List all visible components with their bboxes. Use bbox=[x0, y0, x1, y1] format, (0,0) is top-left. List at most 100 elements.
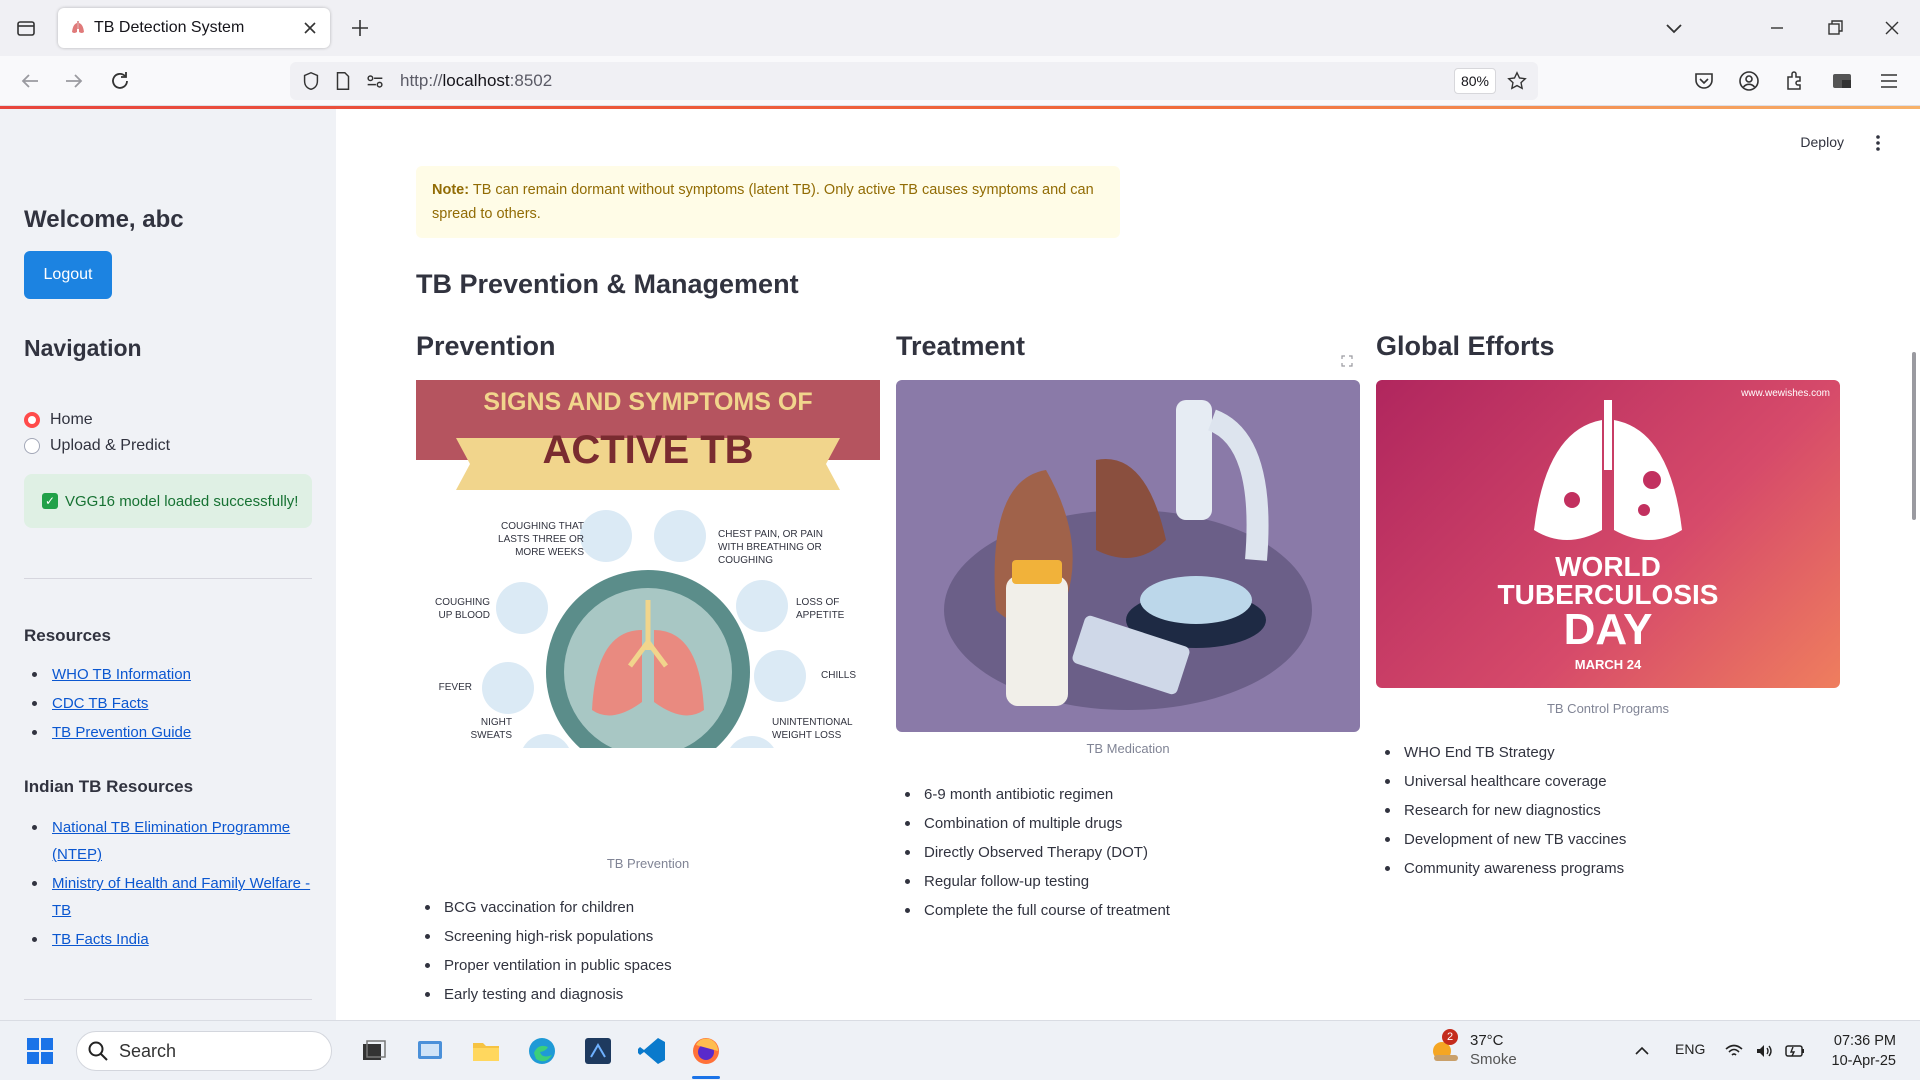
scrollbar-thumb[interactable] bbox=[1912, 352, 1916, 520]
lungs-icon bbox=[72, 21, 84, 33]
clock-date: 10-Apr-25 bbox=[1831, 1053, 1896, 1069]
vscode-icon[interactable] bbox=[636, 1035, 668, 1067]
symptom-label: COUGHING THAT LASTS THREE OR MORE WEEKS bbox=[498, 521, 584, 558]
control-panel-icon[interactable] bbox=[414, 1035, 446, 1067]
list-item: WHO End TB Strategy bbox=[1376, 738, 1626, 767]
treatment-list: 6-9 month antibiotic regimen Combination… bbox=[896, 780, 1170, 925]
global-efforts-list: WHO End TB Strategy Universal healthcare… bbox=[1376, 738, 1626, 883]
weather-temp: 37°C bbox=[1470, 1032, 1504, 1049]
global-efforts-heading: Global Efforts bbox=[1376, 331, 1555, 361]
poster-line-1: WORLD bbox=[1555, 551, 1661, 582]
list-item: Research for new diagnostics bbox=[1376, 796, 1626, 825]
resources-list: WHO TB Information CDC TB Facts TB Preve… bbox=[24, 661, 314, 748]
menu-icon[interactable] bbox=[1877, 69, 1901, 93]
symptom-label: CHEST PAIN, OR PAIN WITH BREATHING OR CO… bbox=[718, 529, 824, 566]
task-view-icon[interactable] bbox=[358, 1035, 390, 1067]
radio-home[interactable]: Home bbox=[24, 411, 93, 429]
list-item: Community awareness programs bbox=[1376, 854, 1626, 883]
list-item: Early testing and diagnosis bbox=[416, 980, 672, 1009]
deploy-button[interactable]: Deploy bbox=[1800, 134, 1844, 150]
list-item: Complete the full course of treatment bbox=[896, 896, 1170, 925]
treatment-heading: Treatment bbox=[896, 331, 1026, 361]
shield-icon[interactable] bbox=[300, 70, 322, 92]
resource-link[interactable]: TB Facts India bbox=[52, 931, 149, 948]
battery-icon[interactable] bbox=[1784, 1041, 1806, 1061]
note-text: TB can remain dormant without symptoms (… bbox=[432, 182, 1094, 222]
radio-indicator[interactable] bbox=[24, 438, 40, 454]
welcome-heading: Welcome, abc bbox=[24, 206, 184, 233]
weather-condition: Smoke bbox=[1470, 1051, 1517, 1068]
success-alert: ✓ VGG16 model loaded successfully! bbox=[24, 474, 312, 528]
resource-link[interactable]: CDC TB Facts bbox=[52, 695, 148, 712]
file-explorer-icon[interactable] bbox=[470, 1035, 502, 1067]
symptom-label: UNINTENTIONAL WEIGHT LOSS bbox=[772, 717, 853, 741]
page-icon[interactable] bbox=[332, 70, 354, 92]
bookmark-star-icon[interactable] bbox=[1506, 70, 1528, 92]
ide-app-icon[interactable] bbox=[582, 1035, 614, 1067]
search-label: Search bbox=[119, 1040, 177, 1061]
fullscreen-icon[interactable] bbox=[1340, 354, 1354, 368]
medication-image[interactable] bbox=[896, 380, 1360, 732]
resource-link[interactable]: WHO TB Information bbox=[52, 666, 191, 683]
browser-tab[interactable]: TB Detection System bbox=[58, 8, 330, 48]
symptom-label: COUGHING UP BLOOD bbox=[435, 597, 490, 621]
list-item: Screening high-risk populations bbox=[416, 922, 672, 951]
system-clock[interactable]: 07:36 PM 10-Apr-25 bbox=[1832, 1031, 1896, 1071]
weather-badge: 2 bbox=[1442, 1029, 1458, 1045]
permissions-icon[interactable] bbox=[364, 70, 386, 92]
poster-line-3: DAY bbox=[1563, 605, 1653, 654]
check-icon: ✓ bbox=[42, 493, 58, 509]
url-host: localhost bbox=[442, 71, 510, 90]
tab-list-icon[interactable] bbox=[14, 16, 38, 40]
wifi-icon[interactable] bbox=[1724, 1041, 1744, 1061]
weather-widget[interactable]: 2 37°C Smoke bbox=[1428, 1029, 1517, 1069]
url-text[interactable]: http://localhost:8502 bbox=[400, 71, 1454, 91]
zoom-indicator[interactable]: 80% bbox=[1453, 68, 1496, 94]
browser-toolbar: http://localhost:8502 80% bbox=[0, 56, 1920, 106]
close-tab-icon[interactable] bbox=[302, 20, 318, 36]
extensions-icon[interactable] bbox=[1783, 69, 1807, 93]
url-bar[interactable]: http://localhost:8502 80% bbox=[290, 62, 1538, 100]
logout-button[interactable]: Logout bbox=[24, 251, 112, 299]
symptoms-infographic[interactable]: SIGNS AND SYMPTOMS OF ACTIVE TB COUGHING… bbox=[416, 380, 880, 748]
container-icon[interactable] bbox=[1830, 69, 1854, 93]
close-window-icon[interactable] bbox=[1880, 16, 1904, 40]
taskbar-search[interactable]: Search bbox=[76, 1031, 332, 1071]
forward-icon[interactable] bbox=[62, 69, 86, 93]
reload-icon[interactable] bbox=[108, 69, 132, 93]
list-item: TB Facts India bbox=[24, 926, 314, 953]
back-icon[interactable] bbox=[18, 69, 42, 93]
clock-time: 07:36 PM bbox=[1833, 1033, 1896, 1049]
list-item: Ministry of Health and Family Welfare - … bbox=[24, 870, 314, 924]
language-indicator[interactable]: ENG bbox=[1675, 1041, 1705, 1057]
edge-browser-icon[interactable] bbox=[526, 1035, 558, 1067]
windows-start-icon[interactable] bbox=[24, 1035, 56, 1067]
list-item: Regular follow-up testing bbox=[896, 867, 1170, 896]
treatment-caption: TB Medication bbox=[1086, 741, 1170, 756]
radio-upload-predict[interactable]: Upload & Predict bbox=[24, 437, 170, 455]
prevention-caption: TB Prevention bbox=[606, 856, 690, 871]
volume-icon[interactable] bbox=[1754, 1041, 1774, 1061]
chevron-up-icon[interactable] bbox=[1632, 1041, 1652, 1061]
resource-link[interactable]: National TB Elimination Programme (NTEP) bbox=[52, 819, 290, 863]
symptom-label: CHILLS bbox=[821, 670, 857, 681]
note-alert: Note: TB can remain dormant without symp… bbox=[416, 166, 1120, 238]
list-item: Directly Observed Therapy (DOT) bbox=[896, 838, 1170, 867]
note-label: Note: bbox=[432, 182, 470, 198]
new-tab-icon[interactable] bbox=[350, 18, 370, 38]
section-title: TB Prevention & Management bbox=[416, 269, 799, 299]
world-tb-day-poster[interactable]: www.wewishes.com WORLD TUBERCULOSIS DAY … bbox=[1376, 380, 1840, 688]
firefox-icon[interactable] bbox=[690, 1035, 722, 1067]
minimize-icon[interactable] bbox=[1765, 16, 1789, 40]
restore-icon[interactable] bbox=[1823, 16, 1847, 40]
radio-selected-indicator[interactable] bbox=[24, 412, 40, 428]
resource-link[interactable]: TB Prevention Guide bbox=[52, 724, 191, 741]
resource-link[interactable]: Ministry of Health and Family Welfare - … bbox=[52, 875, 310, 919]
tab-overflow-chevron-icon[interactable] bbox=[1662, 16, 1686, 40]
more-options-icon[interactable] bbox=[1868, 133, 1888, 153]
list-item: CDC TB Facts bbox=[24, 690, 314, 717]
url-prefix: http:// bbox=[400, 71, 443, 90]
account-icon[interactable] bbox=[1737, 69, 1761, 93]
pocket-icon[interactable] bbox=[1692, 69, 1716, 93]
global-efforts-caption: TB Control Programs bbox=[1546, 701, 1670, 716]
